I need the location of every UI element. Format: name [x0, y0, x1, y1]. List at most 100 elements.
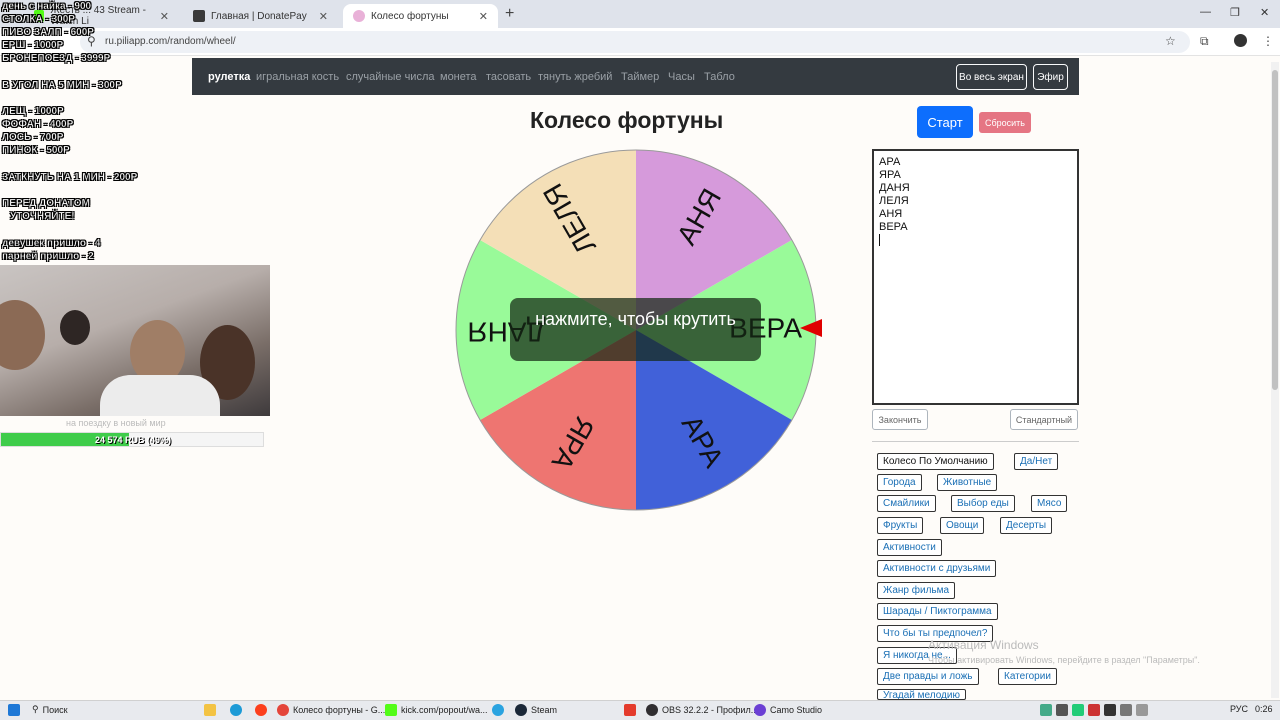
- name-entry: АРА: [879, 156, 901, 168]
- close-icon[interactable]: ✕: [319, 10, 328, 23]
- close-icon[interactable]: ✕: [479, 10, 488, 23]
- url-text[interactable]: ru.piliapp.com/random/wheel/: [105, 36, 236, 47]
- divider: [872, 441, 1079, 442]
- overlay-line: ПИНОК - 500Р: [2, 145, 70, 156]
- webcam-feed: [0, 265, 270, 416]
- start-menu-icon[interactable]: [8, 704, 20, 716]
- taskbar-item-label: Колесо фортуны - G...: [293, 705, 386, 715]
- nav-draw-lots[interactable]: тянуть жребий: [538, 71, 612, 83]
- tray-icons[interactable]: [1040, 704, 1148, 716]
- nav-clock[interactable]: Часы: [668, 71, 695, 83]
- yandex-icon[interactable]: [255, 704, 267, 716]
- language-indicator[interactable]: РУС: [1230, 704, 1248, 714]
- name-entry: ВЕРА: [879, 221, 908, 233]
- overlay-line: СТОЛКА - 300Р: [2, 14, 75, 25]
- page-title: Колесо фортуны: [530, 107, 724, 133]
- taskbar-item-label: kick.com/popout/wa...: [401, 705, 488, 715]
- taskbar-item-obs[interactable]: OBS 32.2.2 - Профил...: [646, 704, 758, 716]
- overlay-line: ПИВО ЗАЛП - 600Р: [2, 27, 94, 38]
- spin-overlay[interactable]: нажмите, чтобы крутить: [510, 298, 761, 361]
- fullscreen-button[interactable]: Во весь экран: [956, 64, 1027, 90]
- address-bar-row: ⚲ ru.piliapp.com/random/wheel/ ☆ ⧉ ⋮: [0, 28, 1280, 56]
- preset-button[interactable]: Активности: [877, 539, 942, 556]
- nav-shuffle[interactable]: тасовать: [486, 71, 531, 83]
- edge-icon[interactable]: [230, 704, 242, 716]
- file-explorer-icon[interactable]: [204, 704, 216, 716]
- preset-button[interactable]: Десерты: [1000, 517, 1053, 534]
- bookmark-star-icon[interactable]: ☆: [1165, 34, 1176, 48]
- overlay-line: ЕРШ - 1000Р: [2, 40, 64, 51]
- preset-button[interactable]: Фрукты: [877, 517, 924, 534]
- preset-button[interactable]: Овощи: [940, 517, 985, 534]
- taskbar-item-label: OBS 32.2.2 - Профил...: [662, 705, 759, 715]
- preset-button[interactable]: Смайлики: [877, 495, 936, 512]
- name-entry: ЯРА: [879, 169, 901, 181]
- preset-button[interactable]: Да/Нет: [1014, 453, 1059, 470]
- wheel-pointer-icon: [800, 319, 822, 337]
- tab-label: Колесо фортуны: [371, 10, 449, 22]
- minimize-icon[interactable]: —: [1200, 6, 1211, 18]
- telegram-icon[interactable]: [492, 704, 504, 716]
- preset-button[interactable]: Категории: [998, 668, 1057, 685]
- preset-button[interactable]: Колесо По Умолчанию: [877, 453, 994, 470]
- close-icon[interactable]: ✕: [160, 10, 169, 23]
- preset-button[interactable]: Жанр фильма: [877, 582, 956, 599]
- taskbar-item-chrome[interactable]: Колесо фортуны - G...: [277, 704, 385, 716]
- search-label: Поиск: [42, 704, 68, 715]
- omnibox[interactable]: [80, 31, 1190, 53]
- preset-button[interactable]: Угадай мелодию: [877, 689, 966, 700]
- close-window-icon[interactable]: ✕: [1260, 6, 1269, 19]
- taskbar-item-camo[interactable]: Camo Studio: [754, 704, 822, 716]
- overlay-line: ЛОСЬ - 700Р: [2, 132, 64, 143]
- overlay-line: УТОЧНЯЙТЕ!: [10, 211, 75, 222]
- name-entry: ДАНЯ: [879, 182, 910, 194]
- taskbar-search[interactable]: ⚲ Поиск: [32, 704, 68, 715]
- overlay-line: ПЕРЕД ДОНАТОМ: [2, 198, 90, 209]
- reset-button[interactable]: Сбросить: [979, 112, 1031, 133]
- taskbar-item-label: Steam: [531, 705, 558, 715]
- browser-tab-strip: Жесть ... 43 Stream - Watch Li ✕ Главная…: [0, 0, 1280, 28]
- new-tab-icon[interactable]: +: [505, 5, 514, 23]
- restore-icon[interactable]: ❐: [1230, 6, 1240, 19]
- nav-scoreboard[interactable]: Табло: [704, 71, 735, 83]
- standard-button[interactable]: Стандартный: [1010, 409, 1078, 430]
- scrollbar-thumb[interactable]: [1272, 70, 1278, 390]
- nav-dice[interactable]: игральная кость: [256, 71, 339, 83]
- preset-button[interactable]: Животные: [937, 474, 998, 491]
- live-button[interactable]: Эфир: [1033, 64, 1068, 90]
- taskbar-item-steam[interactable]: Steam: [515, 704, 557, 716]
- nav-random-numbers[interactable]: случайные числа: [346, 71, 434, 83]
- preset-button[interactable]: Две правды и ложь: [877, 668, 979, 685]
- preset-button[interactable]: Активности с друзьями: [877, 560, 997, 577]
- overlay-line: ФОФАН - 400Р: [2, 119, 74, 130]
- browser-tab-active[interactable]: Колесо фортуны ✕: [343, 4, 498, 28]
- extensions-icon[interactable]: ⧉: [1200, 34, 1209, 49]
- yandex-browser-icon[interactable]: [624, 704, 636, 716]
- donation-goal-caption: на поездку в новый мир: [66, 418, 166, 428]
- windows-activation-title: Активация Windows: [928, 638, 1039, 652]
- overlay-line: день с найка - 900: [2, 1, 92, 12]
- clock[interactable]: 0:26: [1255, 704, 1273, 714]
- windows-activation-subtitle: Чтобы активировать Windows, перейдите в …: [928, 655, 1200, 665]
- name-entry: АНЯ: [879, 208, 903, 220]
- page-scrollbar[interactable]: [1271, 62, 1279, 698]
- finish-button[interactable]: Закончить: [872, 409, 928, 430]
- preset-button[interactable]: Выбор еды: [951, 495, 1015, 512]
- menu-icon[interactable]: ⋮: [1262, 34, 1274, 48]
- search-icon: ⚲: [32, 704, 39, 714]
- taskbar-item-kick[interactable]: kick.com/popout/wa...: [385, 704, 488, 716]
- name-entry: ЛЕЛЯ: [879, 195, 909, 207]
- tab-label: Главная | DonatePay: [211, 10, 307, 22]
- nav-roulette[interactable]: рулетка: [208, 71, 250, 83]
- wheel-favicon-icon: [353, 10, 365, 22]
- profile-avatar[interactable]: [1234, 34, 1247, 47]
- browser-tab[interactable]: Главная | DonatePay ✕: [183, 4, 338, 28]
- names-textarea[interactable]: АРА ЯРА ДАНЯ ЛЕЛЯ АНЯ ВЕРА: [872, 149, 1079, 405]
- nav-timer[interactable]: Таймер: [621, 71, 659, 83]
- nav-coin[interactable]: монета: [440, 71, 477, 83]
- start-button[interactable]: Старт: [917, 106, 973, 138]
- donation-progress-bar: 24 574 RUB (49%): [0, 432, 264, 447]
- preset-button[interactable]: Шарады / Пиктограмма: [877, 603, 998, 620]
- preset-button[interactable]: Города: [877, 474, 922, 491]
- preset-button[interactable]: Мясо: [1031, 495, 1068, 512]
